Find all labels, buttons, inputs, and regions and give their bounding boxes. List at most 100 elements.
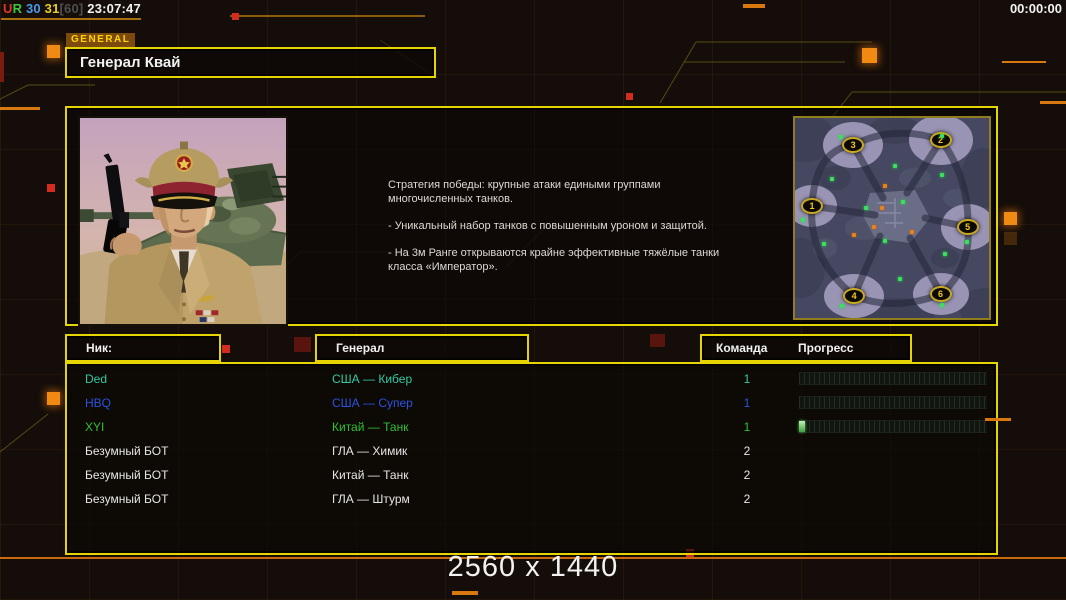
tech-building-dot [882, 183, 887, 188]
player-row: XYI Китай — Танк 1 [67, 415, 996, 439]
general-column-header: Генерал [315, 334, 529, 362]
spawn-marker-6: 6 [929, 286, 952, 302]
player-general: США — Кибер [332, 372, 413, 386]
tech-building-dot [871, 225, 876, 230]
supply-dot [940, 303, 945, 307]
status-underline [1, 18, 141, 20]
player-general: ГЛА — Штурм [332, 492, 410, 506]
spawn-marker-5: 5 [956, 219, 979, 235]
decor-orange-square [1004, 212, 1017, 225]
strategy-text: Стратегия победы: крупные атаки едиными … [388, 178, 733, 287]
nick-column-header: Ник: [65, 334, 221, 362]
progress-bar [799, 396, 987, 409]
decor-maroon-square [294, 337, 311, 352]
player-general: США — Супер [332, 396, 413, 410]
decor-orange-dash [743, 4, 765, 8]
supply-dot [943, 252, 948, 257]
decor-orange-dash [985, 418, 1011, 421]
nick-header-label: Ник: [86, 341, 113, 355]
player-nick: Ded [85, 372, 108, 386]
general-portrait-art [80, 118, 286, 324]
tech-building-dot [851, 233, 856, 238]
supply-dot [863, 206, 868, 210]
strategy-paragraph: - На 3м Ранге открываются крайне эффекти… [388, 247, 720, 273]
player-team: 2 [743, 468, 751, 482]
progress-fill [799, 421, 805, 432]
player-row: Ded США — Кибер 1 [67, 367, 996, 391]
supply-dot [898, 277, 903, 282]
decor-orange-dash [1002, 61, 1046, 63]
supply-dot [882, 239, 887, 244]
player-table-body: Ded США — Кибер 1 HBQ США — Супер 1 XYI Китай —… [67, 364, 996, 511]
progress-bar [799, 372, 987, 385]
decor-orange-square-reflection [1004, 232, 1017, 245]
general-info-panel: Стратегия победы: крупные атаки едиными … [65, 106, 998, 326]
supply-dot [901, 199, 906, 204]
supply-dot [838, 135, 843, 140]
spawn-marker-3: 3 [842, 137, 865, 153]
decor-orange-square [47, 392, 60, 405]
session-stats: UR 30 31[60] 23:07:47 [3, 1, 141, 16]
general-name: Генерал Квай [80, 54, 181, 71]
progress-header-label: Прогресс [798, 341, 854, 355]
general-name-box: Генерал Квай [65, 47, 436, 78]
stats-segment: 30 [22, 1, 41, 16]
supply-dot [965, 240, 970, 244]
supply-dot [830, 176, 835, 181]
tech-building-dot [880, 206, 885, 210]
player-general: Китай — Танк [332, 468, 409, 482]
decor-orange-dash [0, 107, 40, 110]
game-loading-screen: UR 30 31[60] 23:07:47 00:00:00 GENERAL Г… [0, 0, 1066, 600]
player-nick: Безумный БОТ [85, 492, 169, 506]
player-team: 2 [743, 444, 751, 458]
player-team: 1 [743, 420, 751, 434]
decor-red-square [626, 93, 633, 100]
spawn-marker-4: 4 [843, 288, 866, 304]
supply-dot [939, 173, 944, 178]
player-nick: HBQ [85, 396, 112, 410]
supply-dot [822, 241, 827, 246]
progress-bar [799, 420, 987, 433]
stats-segment: 23:07:47 [83, 1, 141, 16]
match-timer: 00:00:00 [1009, 1, 1062, 16]
player-row: Безумный БОТ ГЛА — Химик 2 [67, 439, 996, 463]
strategy-paragraph: Стратегия победы: крупные атаки едиными … [388, 179, 661, 205]
supply-dot [839, 303, 844, 308]
player-general: ГЛА — Химик [332, 444, 408, 458]
decor-maroon-square [650, 334, 665, 347]
supply-dot [893, 164, 898, 168]
player-nick: Безумный БОТ [85, 468, 169, 482]
decor-orange-square [47, 45, 60, 58]
stats-segment: R [12, 1, 23, 16]
player-row: HBQ США — Супер 1 [67, 391, 996, 415]
player-row: Безумный БОТ Китай — Танк 2 [67, 463, 996, 487]
decor-orange-dash [452, 591, 478, 595]
decor-red-square [47, 184, 55, 192]
minimap: 123456 [793, 116, 991, 320]
spawn-marker-1: 1 [801, 198, 824, 214]
player-row: Безумный БОТ ГЛА — Штурм 2 [67, 487, 996, 511]
decor-red-square [232, 13, 239, 20]
player-table: Ded США — Кибер 1 HBQ США — Супер 1 XYI Китай —… [65, 362, 998, 555]
player-nick: XYI [85, 420, 105, 434]
stats-segment: U [3, 1, 13, 16]
general-tab-label: GENERAL [66, 33, 136, 47]
supply-dot [800, 218, 805, 223]
decor-orange-square [862, 48, 877, 63]
team-header-label: Команда [716, 341, 768, 355]
minimap-overlay: 123456 [795, 118, 989, 318]
player-team: 1 [743, 372, 751, 386]
decor-orange-dash [1040, 101, 1066, 104]
team-progress-column-header: Команда Прогресс [700, 334, 912, 362]
general-header-label: Генерал [336, 341, 385, 355]
player-nick: Безумный БОТ [85, 444, 169, 458]
strategy-paragraph: - Уникальный набор танков с повышенным у… [388, 220, 707, 232]
player-team: 1 [743, 396, 751, 410]
top-line-segment [230, 15, 425, 17]
decor-red-square [222, 345, 230, 353]
stats-segment: 31 [40, 1, 60, 16]
left-edge-marker [0, 52, 4, 82]
supply-dot [940, 133, 945, 138]
player-general: Китай — Танк [332, 420, 409, 434]
resolution-label: 2560 x 1440 [447, 551, 619, 583]
